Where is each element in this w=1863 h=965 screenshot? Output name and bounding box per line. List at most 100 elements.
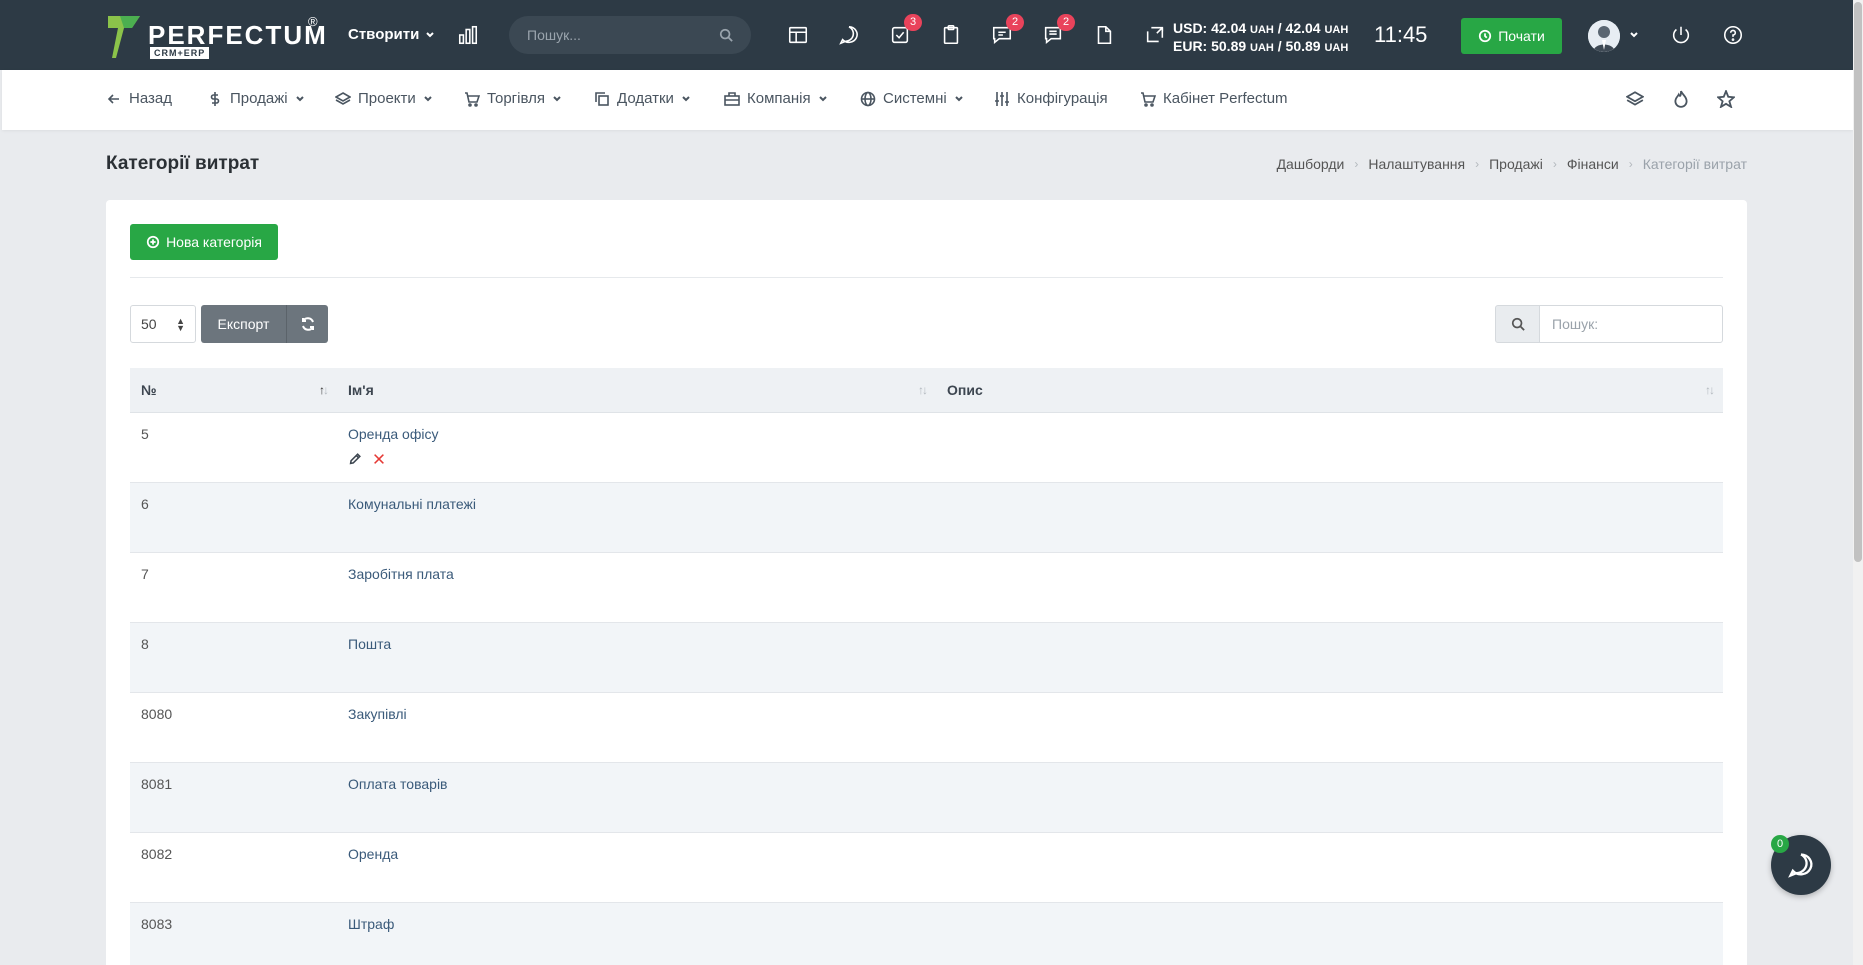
globe-icon	[860, 91, 876, 106]
bar-chart-icon[interactable]	[455, 22, 481, 48]
refresh-icon	[301, 317, 314, 331]
row-name-link[interactable]: Закупівлі	[348, 706, 407, 722]
cart-icon	[1141, 91, 1156, 107]
row-name-link[interactable]: Пошта	[348, 636, 391, 652]
table-row: 8081 Оплата товарів	[130, 762, 1723, 833]
breadcrumb-item[interactable]: Фінанси	[1567, 156, 1619, 172]
select-arrows-icon: ▲ ▼	[176, 316, 185, 333]
row-id: 7	[130, 552, 337, 623]
row-description	[936, 762, 1723, 833]
row-name-link[interactable]: Заробітня плата	[348, 566, 454, 582]
row-name-cell: Закупівлі	[337, 692, 936, 763]
chat-bubble-icon	[1788, 853, 1813, 878]
menu-cabinet[interactable]: Кабінет Perfectum	[1140, 90, 1288, 107]
column-header-name[interactable]: Ім'я ↑↓	[337, 368, 936, 413]
tasks-icon[interactable]: 3	[887, 14, 922, 48]
delete-x-icon[interactable]	[372, 452, 386, 466]
chat-bubble-icon[interactable]	[836, 22, 862, 48]
create-menu-button[interactable]: Створити	[348, 26, 435, 43]
table-search-input[interactable]	[1539, 305, 1723, 343]
dashboard-icon[interactable]	[785, 22, 811, 48]
row-id: 6	[130, 482, 337, 553]
layers-icon	[335, 91, 351, 105]
menu-trade[interactable]: Торгівля	[464, 90, 562, 107]
avatar[interactable]	[1588, 20, 1620, 52]
search-icon[interactable]	[719, 28, 733, 42]
menu-back[interactable]: Назад	[106, 90, 172, 107]
menu-projects[interactable]: Проекти	[335, 90, 433, 107]
menu-addons[interactable]: Додатки	[594, 90, 691, 107]
page-scrollbar[interactable]	[1853, 0, 1863, 965]
menu-sales[interactable]: Продажі	[207, 90, 305, 107]
perfectum-logo[interactable]: PERFECTUM ® CRM+ERP	[106, 14, 326, 62]
menu-system[interactable]: Системні	[860, 90, 964, 107]
export-button[interactable]: Експорт	[201, 305, 286, 343]
chevron-down-icon	[553, 95, 561, 101]
row-description	[936, 832, 1723, 903]
new-category-button[interactable]: Нова категорія	[130, 224, 278, 260]
column-header-description[interactable]: Опис ↑↓	[936, 368, 1723, 413]
table-row: 6 Комунальні платежі	[130, 482, 1723, 553]
row-name-link[interactable]: Оренда	[348, 846, 398, 862]
row-id: 8083	[130, 902, 337, 965]
page-title: Категорії витрат	[106, 153, 260, 174]
row-description	[936, 412, 1723, 483]
flame-icon[interactable]	[1672, 90, 1692, 110]
copy-icon	[595, 91, 609, 106]
main-menu: Назад Продажі Проекти Торгівля Додатки К…	[2, 70, 1853, 130]
menu-config[interactable]: Конфігурація	[994, 90, 1108, 107]
clipboard-icon[interactable]	[938, 22, 964, 48]
row-description	[936, 482, 1723, 553]
row-name-link[interactable]: Оплата товарів	[348, 776, 448, 792]
page-size-select[interactable]: 50 ▲ ▼	[130, 305, 196, 343]
comments-icon[interactable]: 2	[1040, 14, 1075, 48]
row-description	[936, 902, 1723, 965]
chat-widget-badge: 0	[1771, 835, 1789, 853]
table-header-row: № ↑↓ Ім'я ↑↓ Опис ↑↓	[130, 368, 1723, 413]
row-description	[936, 622, 1723, 693]
column-header-number[interactable]: № ↑↓	[130, 368, 337, 413]
refresh-button[interactable]	[286, 305, 328, 343]
breadcrumb-separator-icon: ›	[1475, 157, 1480, 171]
start-label: Почати	[1498, 28, 1545, 44]
global-search-input[interactable]	[527, 27, 719, 43]
logo-sub: CRM+ERP	[150, 47, 210, 59]
sliders-icon	[995, 91, 1009, 106]
arrow-left-icon	[107, 93, 119, 104]
row-name-cell: Оренда	[337, 832, 936, 903]
global-search	[509, 16, 751, 54]
menu-company[interactable]: Компанія	[724, 90, 828, 107]
sort-icon: ↑↓	[918, 383, 928, 397]
breadcrumb-item[interactable]: Налаштування	[1368, 156, 1465, 172]
start-timer-button[interactable]: Почати	[1461, 18, 1562, 54]
layers-icon[interactable]	[1625, 90, 1646, 110]
row-id: 8080	[130, 692, 337, 763]
row-name-link[interactable]: Комунальні платежі	[348, 496, 476, 512]
power-icon[interactable]	[1668, 22, 1694, 48]
breadcrumb: Дашборди › Налаштування › Продажі › Фіна…	[1277, 156, 1747, 172]
currency-exchange-icon[interactable]	[1142, 22, 1168, 48]
plus-circle-icon	[146, 235, 160, 249]
row-id: 5	[130, 412, 337, 483]
help-icon[interactable]	[1720, 22, 1746, 48]
row-name-link[interactable]: Штраф	[348, 916, 394, 932]
star-icon[interactable]	[1715, 88, 1737, 110]
breadcrumb-item[interactable]: Дашборди	[1277, 156, 1345, 172]
messages-icon[interactable]: 2	[989, 14, 1024, 48]
chevron-down-icon	[295, 95, 304, 101]
row-name-link[interactable]: Оренда офісу	[348, 426, 438, 442]
row-description	[936, 692, 1723, 763]
currency-rates: USD: 42.04 UAH / 42.04 UAH EUR: 50.89 UA…	[1173, 20, 1348, 56]
row-name-cell: Заробітня плата	[337, 552, 936, 623]
row-name-cell: Комунальні платежі	[337, 482, 936, 553]
new-category-label: Нова категорія	[166, 234, 262, 250]
chats-badge: 2	[1057, 14, 1075, 31]
chevron-down-icon	[682, 95, 690, 101]
user-menu-chevron-icon[interactable]	[1627, 22, 1641, 48]
row-id: 8081	[130, 762, 337, 833]
document-icon[interactable]	[1091, 22, 1117, 48]
user-avatar-icon	[1588, 20, 1620, 52]
edit-pencil-icon[interactable]	[348, 452, 362, 466]
breadcrumb-item[interactable]: Продажі	[1489, 156, 1543, 172]
scrollbar-thumb[interactable]	[1854, 2, 1862, 562]
